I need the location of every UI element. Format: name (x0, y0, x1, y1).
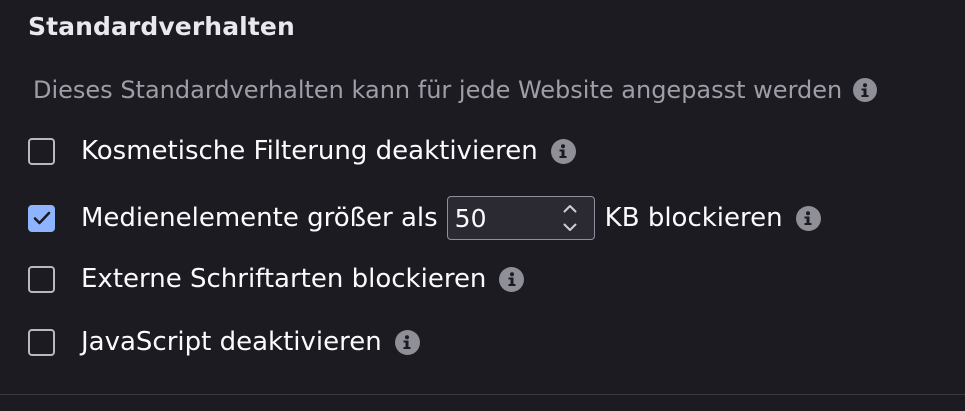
cosmetic-filtering-label[interactable]: Kosmetische Filterung deaktivieren (81, 136, 538, 166)
info-icon[interactable] (499, 266, 525, 292)
info-icon[interactable] (853, 78, 878, 102)
cosmetic-filtering-checkbox[interactable] (28, 137, 55, 165)
section-description: Dieses Standardverhalten kann für jede W… (33, 76, 878, 104)
media-size-input[interactable] (447, 197, 555, 239)
option-disable-javascript: JavaScript deaktivieren (28, 327, 420, 357)
checkmark-icon (33, 211, 50, 225)
chevron-up-icon[interactable] (562, 203, 578, 214)
option-block-media: Medienelemente größer als KB blockieren (28, 196, 821, 240)
block-media-checkbox[interactable] (28, 204, 55, 232)
description-text: Dieses Standardverhalten kann für jede W… (33, 76, 843, 104)
block-media-label-before[interactable]: Medienelemente größer als (81, 203, 438, 233)
info-icon[interactable] (795, 205, 821, 231)
media-size-stepper[interactable] (446, 196, 595, 240)
option-block-remote-fonts: Externe Schriftarten blockieren (28, 264, 525, 294)
block-remote-fonts-label[interactable]: Externe Schriftarten blockieren (81, 264, 486, 294)
section-title: Standardverhalten (28, 12, 295, 41)
section-divider (0, 394, 965, 395)
media-size-spinner[interactable] (562, 203, 578, 233)
block-media-label-after[interactable]: KB blockieren (605, 203, 783, 233)
option-cosmetic-filtering: Kosmetische Filterung deaktivieren (28, 136, 576, 166)
info-icon[interactable] (550, 138, 576, 164)
default-behavior-panel: Standardverhalten Dieses Standardverhalt… (0, 0, 965, 411)
block-remote-fonts-checkbox[interactable] (28, 265, 55, 293)
disable-javascript-checkbox[interactable] (28, 328, 55, 356)
chevron-down-icon[interactable] (562, 222, 578, 233)
disable-javascript-label[interactable]: JavaScript deaktivieren (81, 327, 382, 357)
info-icon[interactable] (394, 329, 420, 355)
